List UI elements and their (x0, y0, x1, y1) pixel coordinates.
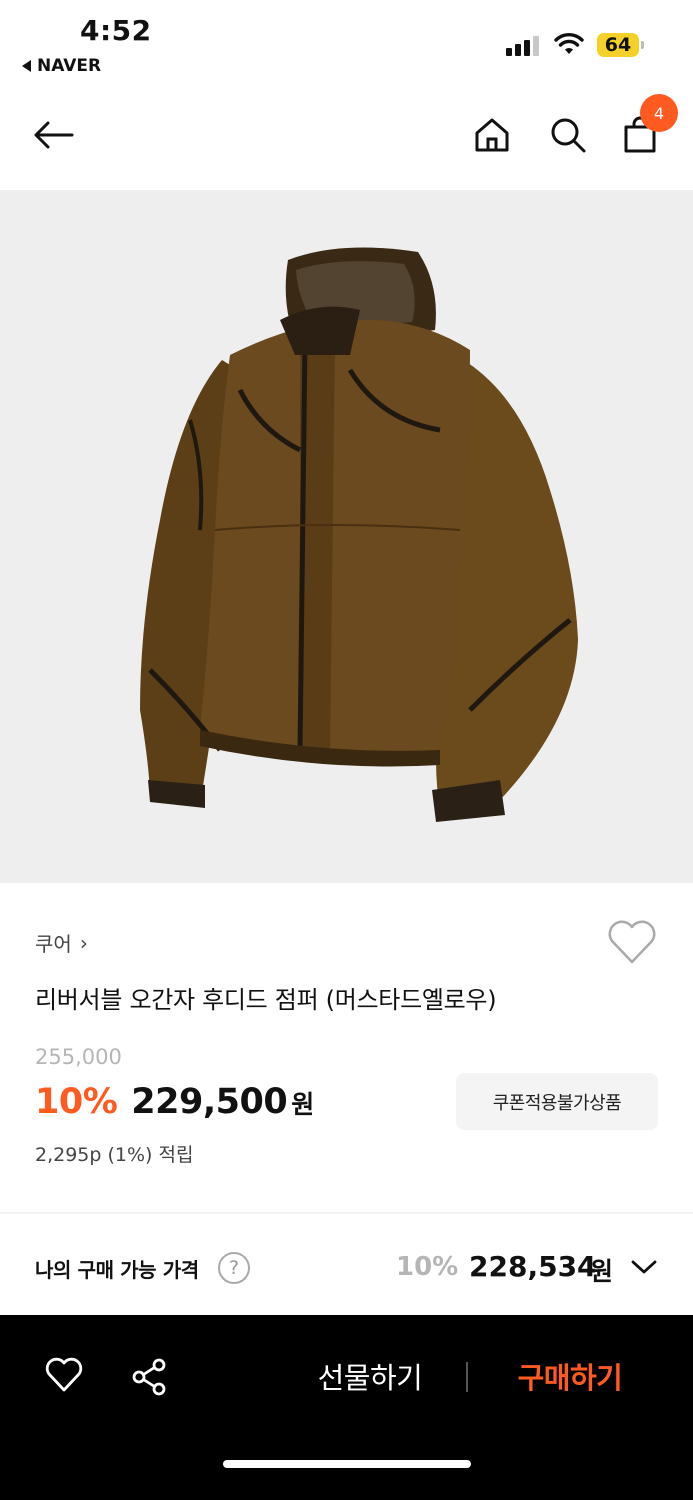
currency-unit: 원 (291, 1090, 315, 1119)
my-price-value: 228,534 (469, 1250, 597, 1283)
brand-name: 쿠어 (35, 932, 72, 956)
arrow-left-icon (34, 121, 74, 149)
jacket-image (140, 247, 578, 822)
wishlist-heart-icon[interactable] (606, 918, 658, 966)
battery-icon: 64 (597, 33, 645, 57)
home-button[interactable] (462, 95, 522, 175)
coupon-unavailable-chip: 쿠폰적용불가상품 (456, 1073, 658, 1130)
battery-level: 64 (604, 34, 632, 56)
status-time: 4:52 (80, 14, 152, 47)
price-row: 10% 229,500 원 (35, 1082, 314, 1122)
search-button[interactable] (538, 95, 598, 175)
cellular-signal-icon (506, 34, 539, 56)
product-title: 리버서블 오간자 후디드 점퍼 (머스타드옐로우) (35, 986, 497, 1014)
home-indicator[interactable] (223, 1460, 471, 1468)
heart-icon[interactable] (44, 1357, 84, 1393)
discount-rate: 10% (35, 1082, 118, 1122)
chevron-down-icon (631, 1260, 657, 1274)
my-purchase-price-row[interactable]: 나의 구매 가능 가격 ? 10% 228,534 원 (0, 1214, 693, 1314)
button-separator (466, 1362, 468, 1392)
buy-button[interactable]: 구매하기 (490, 1351, 650, 1401)
top-nav (0, 95, 693, 185)
wifi-icon (554, 33, 584, 54)
status-bar: 4:52 NAVER 64 (0, 0, 693, 90)
share-icon[interactable] (130, 1357, 168, 1397)
product-page: 4:52 NAVER 64 4 쿠어 › 리버서블 오간자 후디드 점퍼 (머스… (0, 0, 693, 1500)
home-icon (475, 118, 509, 152)
back-button[interactable] (24, 95, 84, 175)
my-price-currency: 원 (590, 1257, 614, 1286)
sale-price: 229,500 (131, 1082, 288, 1122)
back-to-app[interactable]: NAVER (22, 56, 101, 76)
product-image[interactable] (0, 190, 693, 883)
help-icon[interactable]: ? (218, 1252, 250, 1284)
brand-link[interactable]: 쿠어 › (35, 928, 88, 957)
search-icon (551, 118, 586, 153)
cart-count-badge: 4 (640, 94, 678, 132)
my-price-label: 나의 구매 가능 가격 (35, 1258, 199, 1282)
original-price: 255,000 (35, 1045, 122, 1069)
bottom-action-bar: 선물하기 구매하기 (0, 1315, 693, 1500)
back-triangle-icon (22, 60, 31, 72)
chevron-right-icon: › (79, 930, 88, 955)
gift-button[interactable]: 선물하기 (290, 1351, 450, 1401)
back-app-label: NAVER (37, 56, 102, 76)
points-info: 2,295p (1%) 적립 (35, 1144, 194, 1166)
my-price-discount: 10% (396, 1252, 459, 1282)
